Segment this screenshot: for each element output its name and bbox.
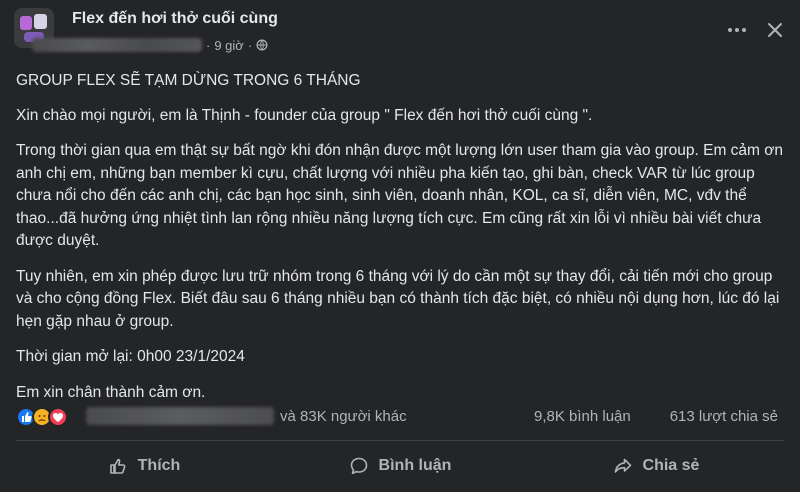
thumbs-up-icon xyxy=(109,458,126,474)
divider xyxy=(16,440,784,441)
comments-count[interactable]: 9,8K bình luận xyxy=(534,408,631,425)
comment-icon xyxy=(350,457,367,475)
author-name-redacted[interactable] xyxy=(32,38,202,52)
more-icon[interactable] xyxy=(728,26,750,34)
facebook-post: Flex đến hơi thở cuối cùng · 9 giờ · GRO… xyxy=(0,0,800,492)
love-icon xyxy=(48,407,68,427)
comment-button[interactable]: Bình luận xyxy=(272,446,528,486)
post-paragraph: Thời gian mở lại: 0h00 23/1/2024 xyxy=(16,348,245,365)
post-paragraph: Trong thời gian qua em thật sự bất ngờ k… xyxy=(16,142,784,249)
like-label: Thích xyxy=(137,457,181,474)
close-icon[interactable] xyxy=(766,21,784,39)
share-label: Chia sẻ xyxy=(642,457,700,474)
reactor-names-redacted[interactable] xyxy=(86,407,274,425)
reactions-bar: và 83K người khác 9,8K bình luận 613 lượ… xyxy=(16,405,786,429)
reaction-icons[interactable] xyxy=(16,407,82,427)
post-paragraph: Xin chào mọi người, em là Thịnh - founde… xyxy=(16,106,593,124)
post-header: Flex đến hơi thở cuối cùng · 9 giờ · xyxy=(14,8,786,56)
comment-label: Bình luận xyxy=(378,457,452,474)
share-button[interactable]: Chia sẻ xyxy=(528,446,784,486)
post-paragraph: Em xin chân thành cảm ơn. xyxy=(16,383,206,401)
post-paragraph: Tuy nhiên, em xin phép được lưu trữ nhóm… xyxy=(16,267,780,330)
share-icon xyxy=(614,458,631,473)
meta-separator: · xyxy=(247,37,253,53)
post-timestamp[interactable]: 9 giờ xyxy=(214,38,244,53)
like-button[interactable]: Thích xyxy=(16,446,272,486)
post-content: GROUP FLEX SẼ TẠM DỪNG TRONG 6 THÁNG Xin… xyxy=(16,70,786,417)
reactions-count[interactable]: và 83K người khác xyxy=(280,408,407,425)
post-title: GROUP FLEX SẼ TẠM DỪNG TRONG 6 THÁNG xyxy=(16,72,361,89)
action-bar: Thích Bình luận Chia sẻ xyxy=(16,446,784,486)
post-meta: · 9 giờ · xyxy=(32,36,268,54)
group-name-link[interactable]: Flex đến hơi thở cuối cùng xyxy=(72,10,278,28)
globe-icon xyxy=(256,39,268,51)
shares-count[interactable]: 613 lượt chia sẻ xyxy=(670,408,778,425)
meta-separator: · xyxy=(206,37,211,53)
